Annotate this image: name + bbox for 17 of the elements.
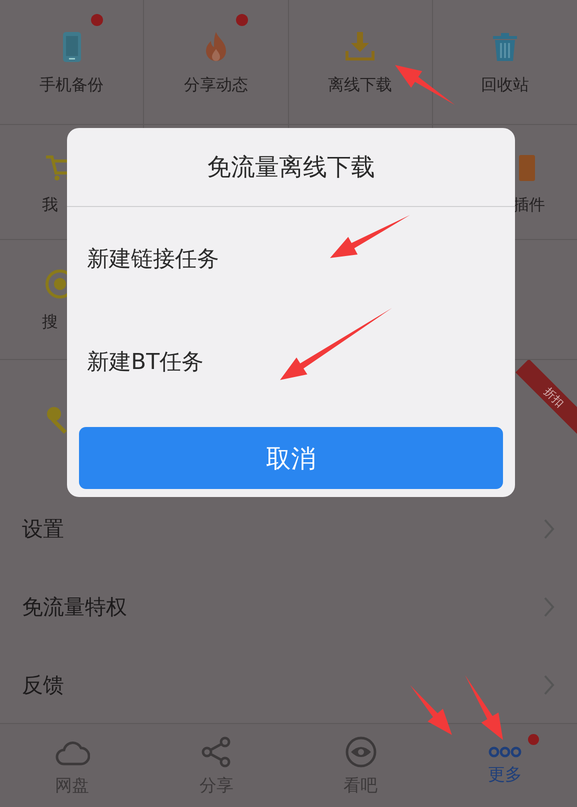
- annotation-arrow: [395, 65, 455, 105]
- menu-row[interactable]: 免流量特权: [0, 568, 577, 646]
- notification-dot: [236, 14, 248, 26]
- grid-item[interactable]: 回收站: [432, 0, 577, 125]
- menu-row[interactable]: 设置: [0, 490, 577, 568]
- grid-item[interactable]: 分享动态: [144, 0, 288, 125]
- dialog-option[interactable]: 新建链接任务: [67, 207, 515, 310]
- annotation-arrow: [465, 675, 503, 740]
- notification-dot: [91, 14, 104, 26]
- dialog-option[interactable]: 新建BT任务: [67, 310, 515, 413]
- annotation-arrow: [410, 685, 452, 735]
- cancel-button[interactable]: 取消: [79, 427, 503, 489]
- more-icon: [486, 745, 523, 759]
- dialog-title: 免流量离线下载: [67, 128, 515, 207]
- menu-row[interactable]: 反馈: [0, 646, 577, 724]
- notification-dot: [528, 734, 539, 745]
- grid-item[interactable]: 手机备份: [0, 0, 144, 125]
